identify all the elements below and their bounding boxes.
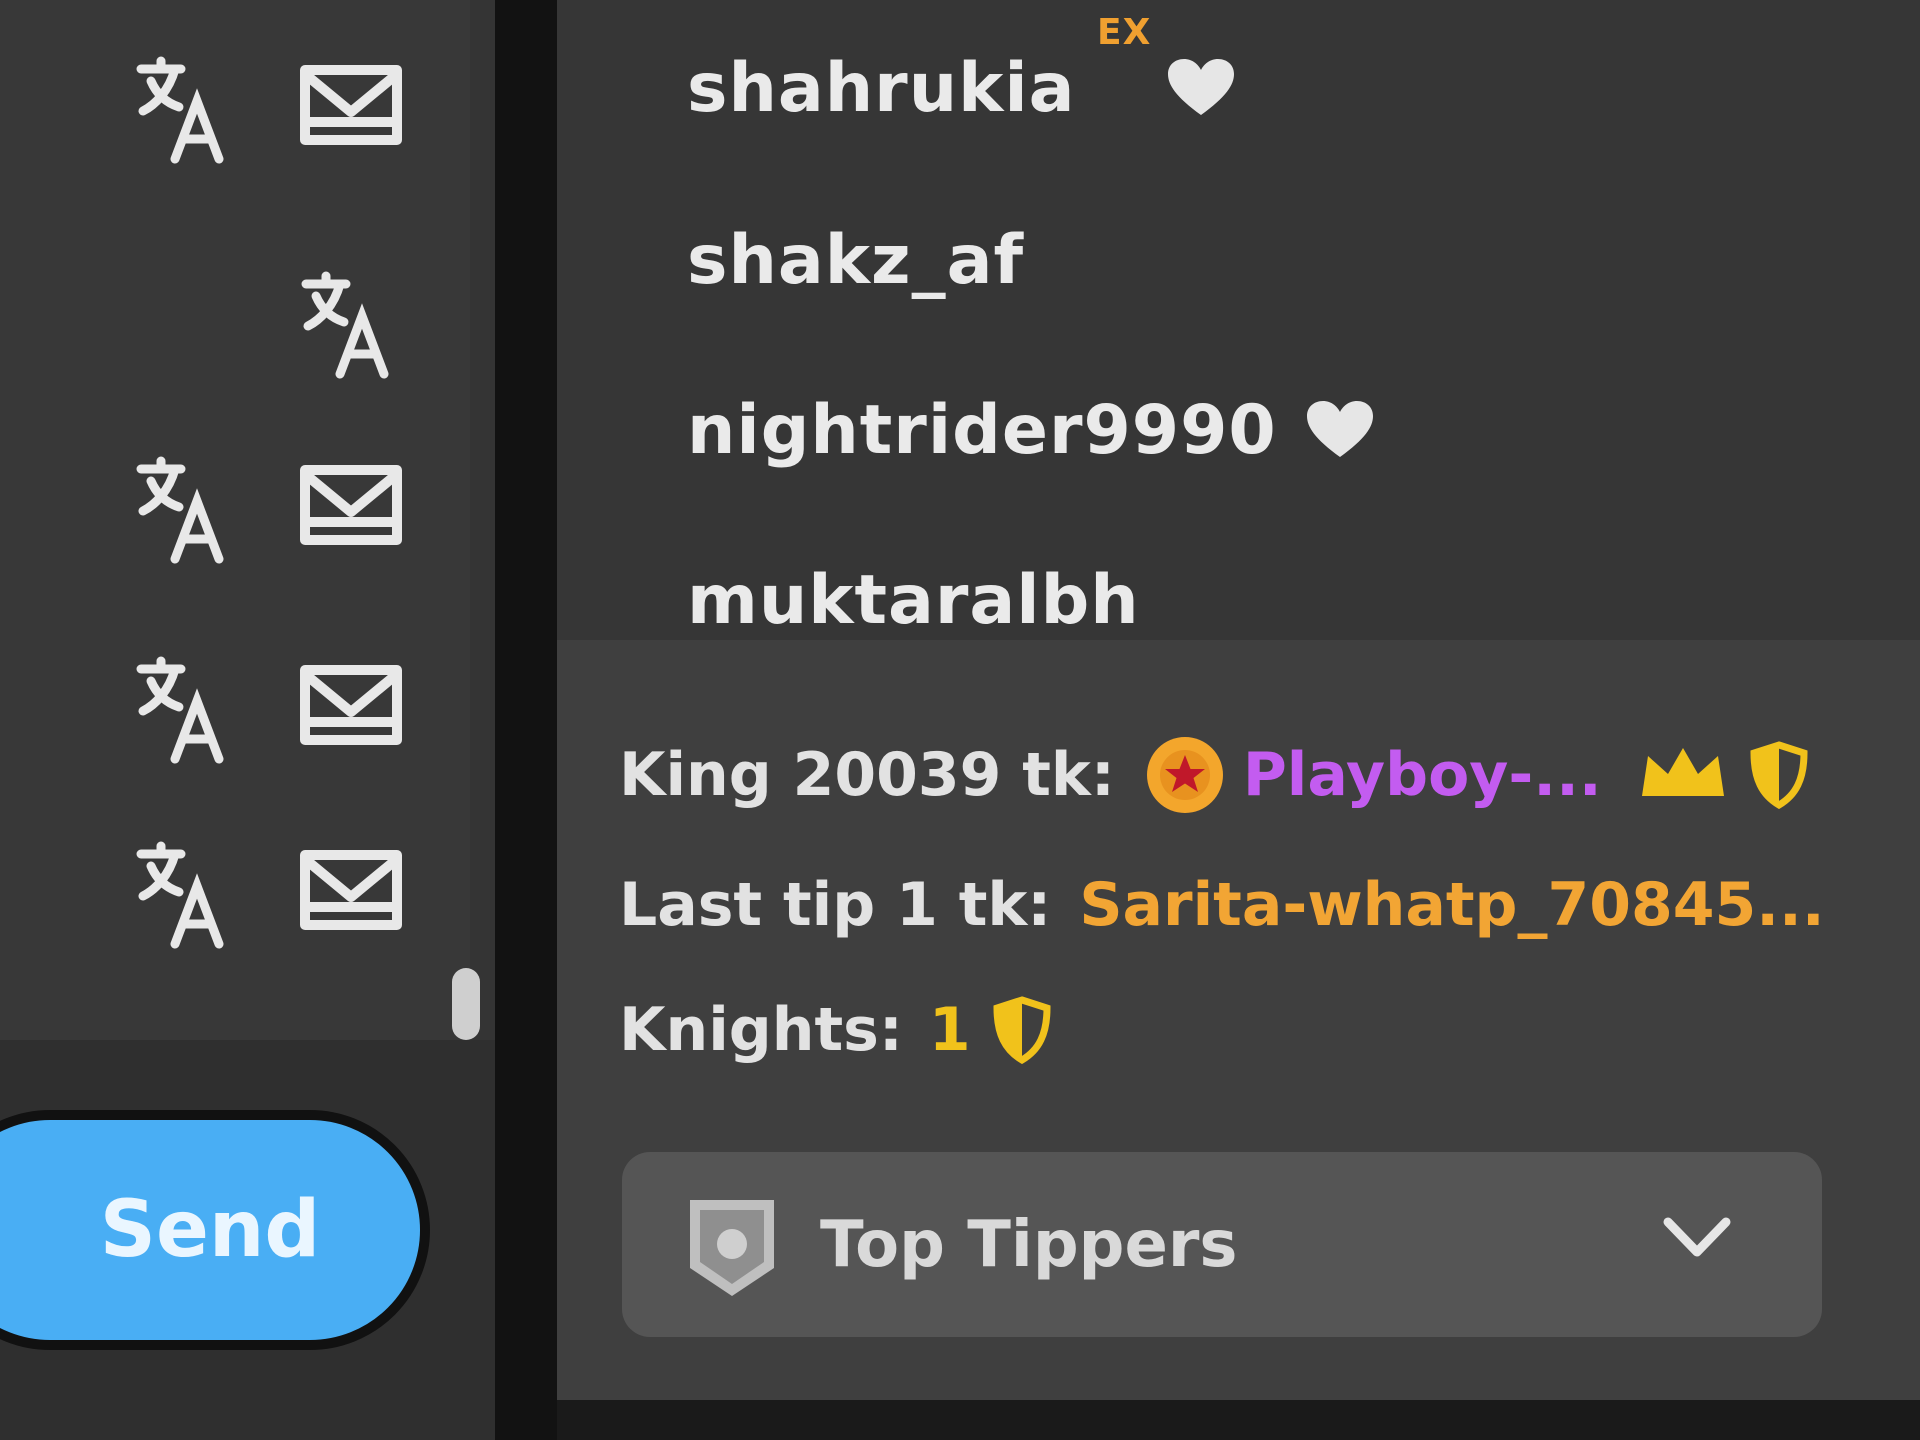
user-list-item[interactable]: shahrukia EX	[687, 12, 1236, 138]
chat-panel: Send	[0, 0, 495, 1440]
last-tip-username[interactable]: Sarita-whatp_70845...	[1079, 870, 1824, 940]
translate-icon[interactable]	[135, 655, 235, 765]
username[interactable]: shahrukia	[687, 49, 1076, 128]
dm-icon[interactable]	[295, 460, 407, 560]
chat-scrollbar[interactable]	[452, 968, 480, 1040]
chat-message-list	[0, 0, 480, 1040]
king-label: King 20039 tk:	[619, 740, 1115, 810]
chat-message-row	[0, 55, 470, 175]
shield-icon	[993, 996, 1051, 1064]
king-line: King 20039 tk: Playboy-...	[619, 730, 1808, 820]
last-tip-line: Last tip 1 tk: Sarita-whatp_70845...	[619, 860, 1825, 950]
dm-icon[interactable]	[295, 660, 407, 760]
user-list-item[interactable]: shakz_af	[687, 210, 1024, 310]
chat-message-row	[0, 455, 470, 575]
ex-badge: EX	[1097, 12, 1152, 53]
chat-message-row	[0, 270, 470, 390]
chat-message-row	[0, 840, 470, 960]
dm-icon[interactable]	[295, 60, 407, 160]
user-list: shahrukia EX shakz_af nightrider9990 muk…	[557, 0, 1920, 640]
translate-icon[interactable]	[135, 840, 235, 950]
dm-icon[interactable]	[295, 845, 407, 945]
username[interactable]: nightrider9990	[687, 391, 1277, 470]
heart-icon	[1167, 59, 1234, 115]
knights-label: Knights:	[619, 995, 903, 1065]
top-tippers-label: Top Tippers	[820, 1207, 1238, 1282]
panel-divider	[495, 0, 557, 1440]
chat-message-row	[0, 655, 470, 775]
knights-line: Knights: 1	[619, 985, 1051, 1075]
username[interactable]: shakz_af	[687, 221, 1024, 300]
last-tip-label: Last tip 1 tk:	[619, 870, 1052, 940]
translate-icon[interactable]	[300, 270, 400, 380]
user-list-item[interactable]: muktaralbh	[687, 550, 1140, 650]
translate-icon[interactable]	[135, 455, 235, 565]
chevron-down-icon[interactable]	[1662, 1212, 1732, 1262]
star-badge-icon	[1146, 737, 1223, 813]
heart-icon	[1306, 401, 1373, 457]
knights-count: 1	[928, 995, 971, 1065]
king-username[interactable]: Playboy-...	[1243, 740, 1602, 810]
crown-icon	[1641, 748, 1724, 796]
top-tippers-dropdown[interactable]: Top Tippers	[622, 1152, 1822, 1337]
trophy-icon	[690, 1200, 774, 1296]
user-list-item[interactable]: nightrider9990	[687, 380, 1375, 480]
translate-icon[interactable]	[135, 55, 235, 165]
username[interactable]: muktaralbh	[687, 561, 1140, 640]
users-panel: shahrukia EX shakz_af nightrider9990 muk…	[557, 0, 1920, 1400]
bottom-edge	[557, 1400, 1920, 1440]
shield-icon	[1750, 741, 1808, 809]
send-button[interactable]: Send	[0, 1110, 430, 1350]
